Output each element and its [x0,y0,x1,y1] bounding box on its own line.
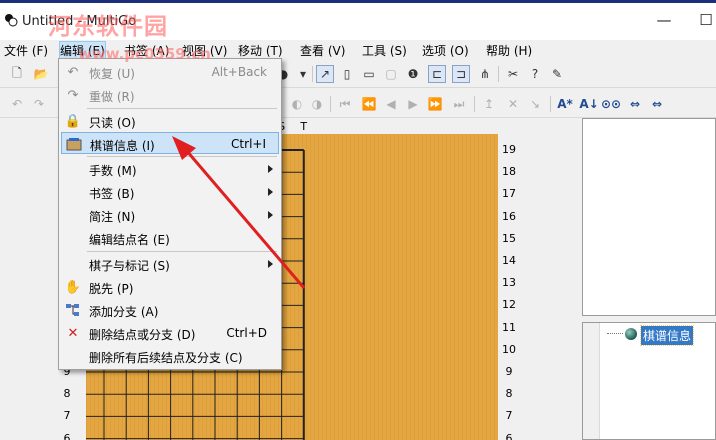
first-move-icon[interactable]: ⏮ [336,95,354,113]
panel-vertical-icon[interactable]: ▯ [338,65,356,83]
tools-icon[interactable]: ✂ [504,65,522,83]
help-pointer-icon[interactable]: ? [526,65,544,83]
move-number-icon[interactable]: ❶ [404,65,422,83]
tree-scrollbar[interactable] [583,323,600,439]
row-label: 17 [502,187,516,201]
row-label: 11 [502,320,516,334]
tree-view-icon[interactable]: ⋔ [476,65,494,83]
menu-item-redo[interactable]: ↷ 重做 (R) [61,84,279,106]
undo-toolbar-icon[interactable]: ↶ [8,95,26,113]
row-label: 6 [63,431,71,440]
jump-icon[interactable]: ↗ [316,65,334,83]
menu-tools[interactable]: 工具 (S) [362,42,407,59]
lock-icon: 🔒 [64,113,82,129]
branch-next-icon[interactable]: ↘ [526,95,544,113]
prev-move-icon[interactable]: ◀ [382,95,400,113]
watermark-url: www.pc0359.cn [78,45,211,63]
fast-forward-icon[interactable]: ⏩ [426,95,444,113]
branch-view-icon[interactable]: ⊐ [452,65,470,83]
row-label: 13 [502,276,516,290]
row-label: 10 [502,342,516,356]
menu-move[interactable]: 移动 (T) [238,42,283,59]
add-branch-icon [65,302,81,318]
row-label: 12 [502,298,516,312]
search-back-icon[interactable]: ⇔ [626,95,644,113]
menu-item-moves[interactable]: 手数 (M) [61,158,279,180]
minimize-button[interactable]: — [654,12,674,28]
fast-back-icon[interactable]: ⏪ [360,95,378,113]
menu-item-edit-node-name[interactable]: 编辑结点名 (E) [61,227,279,249]
submenu-arrow-icon [268,211,273,219]
panel-blank-icon[interactable]: ▢ [382,65,400,83]
menu-item-stones-and-marks[interactable]: 棋子与标记 (S) [61,253,279,275]
undo-icon: ↶ [67,64,79,80]
last-move-icon[interactable]: ⏭ [450,95,468,113]
watermark-text: 河东软件园 [48,14,168,40]
game-tree-pane: 棋谱信息 [582,322,716,440]
menu-item-undo[interactable]: ↶ 恢复 (U) Alt+Back [61,61,279,83]
menu-options[interactable]: 选项 (O) [422,42,469,59]
submenu-arrow-icon [268,188,273,196]
new-file-icon[interactable]: 🗋 [8,65,26,83]
maximize-button[interactable]: ☐ [696,12,716,28]
hand-icon: ✋ [64,279,82,295]
open-folder-icon[interactable]: 📂 [32,65,50,83]
menu-item-add-branch[interactable]: 添加分支 (A) [61,299,279,321]
row-label: 7 [63,409,71,423]
menu-item-notes[interactable]: 简注 (N) [61,204,279,226]
title-bar: Untitled - MultiGo 河东软件园 — ☐ [0,0,716,40]
info-pane [582,118,716,316]
row-label: 16 [502,209,516,223]
tree-node-game-info[interactable]: 棋谱信息 [639,325,695,346]
menu-item-bookmarks[interactable]: 书签 (B) [61,181,279,203]
submenu-arrow-icon [268,260,273,268]
game-info-icon [66,136,82,152]
row-label: 8 [63,387,71,401]
branch-mode-icon[interactable]: ⊏ [428,65,446,83]
menu-item-readonly[interactable]: 🔒 只读 (O) [61,110,279,132]
brush-icon[interactable]: ✎ [548,65,566,83]
menu-file[interactable]: 文件 (F) [4,42,48,59]
tree-connector [607,333,623,334]
delete-icon: ✕ [67,325,79,341]
row-label: 19 [502,143,516,156]
panel-horizontal-icon[interactable]: ▭ [360,65,378,83]
submenu-arrow-icon [268,165,273,173]
menu-item-delete-all-following[interactable]: 删除所有后续结点及分支 (C) [61,345,279,367]
title-bar-accent [0,0,716,3]
row-label: 8 [505,387,513,401]
next-move-icon[interactable]: ▶ [404,95,422,113]
column-label: T [300,120,308,133]
edit-menu-dropdown: ↶ 恢复 (U) Alt+Back ↷ 重做 (R) 🔒 只读 (O) 棋谱信息… [58,58,282,370]
row-label: 18 [502,165,516,179]
search-forward-icon[interactable]: ⇔ [648,95,666,113]
row-label: 9 [505,365,513,378]
row-label: 15 [502,231,516,245]
menu-item-game-info[interactable]: 棋谱信息 (I) Ctrl+I [61,132,279,154]
tree-node-stone-icon [625,328,637,340]
find-next-icon[interactable]: A↓ [579,95,598,113]
branch-cross-icon[interactable]: ✕ [504,95,522,113]
find-icon[interactable]: A* [556,95,574,113]
menu-help[interactable]: 帮助 (H) [486,42,532,59]
row-label: 14 [502,254,516,267]
binoculars-icon[interactable]: ⊙⊙ [601,95,621,113]
circle-right-icon[interactable]: ◑ [308,95,326,113]
menu-look[interactable]: 查看 (V) [300,42,345,59]
menu-item-delete-node[interactable]: ✕ 删除结点或分支 (D) Ctrl+D [61,322,279,344]
branch-up-icon[interactable]: ↥ [480,95,498,113]
redo-icon: ↷ [67,87,79,103]
row-label: 6 [505,431,513,440]
dropdown-arrow-icon[interactable]: ▾ [294,65,312,83]
circle-left-icon[interactable]: ◐ [288,95,306,113]
menu-item-tenuki[interactable]: ✋ 脱先 (P) [61,276,279,298]
app-logo-icon [5,14,18,27]
redo-toolbar-icon[interactable]: ↷ [30,95,48,113]
row-label: 7 [505,409,513,423]
